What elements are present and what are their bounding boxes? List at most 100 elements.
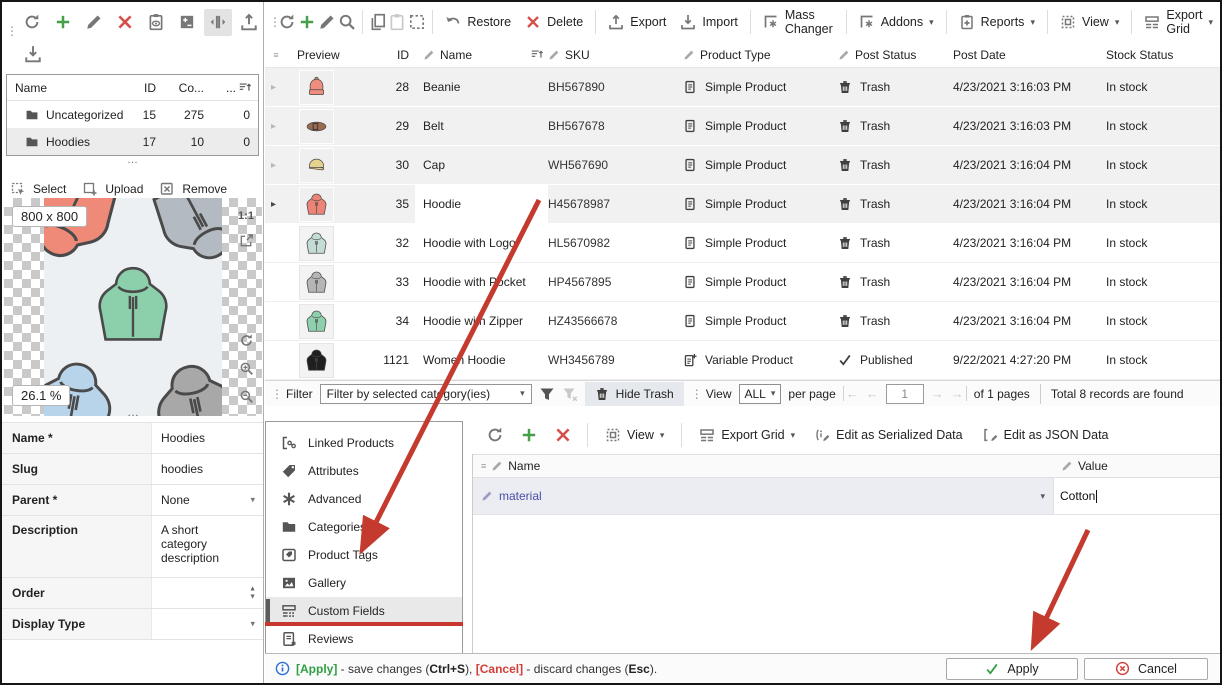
category-tree-header[interactable]: Name ID Co... ...: [7, 75, 258, 101]
chevron-down-icon[interactable]: ▾: [250, 619, 255, 630]
mass-changer-button[interactable]: Mass Changer: [756, 8, 841, 36]
row-expander-icon[interactable]: ▸: [265, 82, 287, 93]
preview-resize-handle[interactable]: …: [127, 405, 139, 416]
view-button[interactable]: View▾: [598, 421, 671, 449]
tab-gallery[interactable]: Gallery: [266, 569, 462, 597]
product-sku[interactable]: WH3456789: [548, 353, 683, 367]
product-sku[interactable]: BH567890: [548, 80, 683, 94]
zoom-in-button[interactable]: [236, 358, 256, 378]
product-sku[interactable]: H45678987: [548, 197, 683, 211]
column-header-name[interactable]: Name: [7, 81, 126, 95]
column-header-name[interactable]: Name: [415, 48, 548, 62]
column-header-type[interactable]: Product Type: [683, 48, 838, 62]
edit-product-button[interactable]: [317, 9, 337, 36]
product-sku[interactable]: WH567690: [548, 158, 683, 172]
edit-serialized-button[interactable]: Edit as Serialized Data: [807, 421, 969, 449]
cancel-button[interactable]: Cancel: [1084, 658, 1208, 680]
chevron-down-icon[interactable]: ▾: [1040, 492, 1045, 501]
add-category-button[interactable]: [49, 9, 77, 36]
form-field-value[interactable]: Hoodies ▾ ▲▼: [152, 423, 263, 453]
custom-field-row[interactable]: material ▾ Cotton: [473, 478, 1220, 515]
filter-select[interactable]: Filter by selected category(ies)▾: [320, 384, 532, 404]
export-grid-button[interactable]: Export Grid▾: [692, 421, 802, 449]
column-header-preview[interactable]: Preview: [287, 48, 377, 62]
reports-button[interactable]: Reports▾: [952, 8, 1042, 36]
delete-category-button[interactable]: [111, 9, 139, 36]
product-sku[interactable]: BH567678: [548, 119, 683, 133]
upload-image-button[interactable]: Upload: [82, 181, 143, 197]
form-field-value[interactable]: hoodies ▾ ▲▼: [152, 454, 263, 484]
row-expander-icon[interactable]: ▸: [265, 121, 287, 132]
tab-linked-products[interactable]: Linked Products: [266, 429, 462, 457]
form-field-value[interactable]: A short category description ▾ ▲▼: [152, 516, 263, 577]
rotate-button[interactable]: [236, 330, 256, 350]
column-header-extra[interactable]: ...: [212, 81, 258, 95]
edit-category-button[interactable]: [80, 9, 108, 36]
select-image-button[interactable]: Select: [10, 181, 66, 197]
export-grid-button[interactable]: Export Grid▾: [1137, 8, 1220, 36]
tab-product-tags[interactable]: Product Tags: [266, 541, 462, 569]
remove-image-button[interactable]: Remove: [159, 181, 227, 197]
product-row[interactable]: ▸ 32 Hoodie with Logo HL5670982 Simple P…: [265, 224, 1220, 263]
product-row[interactable]: ▸ 33 Hoodie with Pocket HP4567895 Simple…: [265, 263, 1220, 302]
column-header-value[interactable]: Value: [1053, 459, 1220, 473]
tab-attributes[interactable]: Attributes: [266, 457, 462, 485]
custom-field-value-cell[interactable]: Cotton: [1053, 478, 1220, 514]
chevron-down-icon[interactable]: ▾: [250, 495, 255, 506]
product-row[interactable]: ▸ 28 Beanie BH567890 Simple Product Tras…: [265, 68, 1220, 107]
product-name[interactable]: Beanie: [415, 68, 548, 106]
sort-icon[interactable]: [530, 48, 544, 62]
product-row[interactable]: ▸ 29 Belt BH567678 Simple Product Trash …: [265, 107, 1220, 146]
zoom-out-button[interactable]: [236, 386, 256, 406]
delete-field-button[interactable]: [548, 422, 577, 449]
search-button[interactable]: [337, 9, 357, 36]
column-header-stock[interactable]: Stock Status: [1106, 48, 1220, 62]
form-field-value[interactable]: ▾ ▲▼: [152, 578, 263, 608]
toolbar-drag-handle[interactable]: ⋮: [271, 389, 279, 399]
actual-size-button[interactable]: 1:1: [236, 206, 256, 226]
tab-advanced[interactable]: Advanced: [266, 485, 462, 513]
product-row[interactable]: ▸ 34 Hoodie with Zipper HZ43566678 Simpl…: [265, 302, 1220, 341]
view-button[interactable]: View▾: [1053, 8, 1126, 36]
product-row[interactable]: ▸ 1121 Women Hoodie WH3456789 Variable P…: [265, 341, 1220, 380]
spinner-up-icon[interactable]: ▲: [249, 586, 256, 593]
addons-button[interactable]: Addons▾: [852, 8, 941, 36]
prev-page-button[interactable]: ←: [866, 386, 879, 401]
product-row[interactable]: ▸ 35 Hoodie H45678987 Simple Product Tra…: [265, 185, 1220, 224]
next-page-button[interactable]: →: [931, 386, 944, 401]
per-page-select[interactable]: ALL▾: [739, 384, 782, 404]
row-expander-icon[interactable]: ▸: [265, 160, 287, 171]
tab-custom-fields[interactable]: Custom Fields: [266, 597, 462, 625]
refresh-button[interactable]: [277, 9, 297, 36]
paste-button[interactable]: [388, 9, 408, 36]
product-sku[interactable]: HZ43566678: [548, 314, 683, 328]
apply-filter-icon[interactable]: [539, 386, 555, 402]
edit-json-button[interactable]: Edit as JSON Data: [975, 421, 1116, 449]
product-name[interactable]: Cap: [415, 146, 548, 184]
import-button[interactable]: Import: [673, 8, 744, 36]
column-header-sku[interactable]: SKU: [548, 48, 683, 62]
import-categories-button[interactable]: [18, 41, 47, 68]
split-columns-button[interactable]: [204, 9, 232, 36]
clear-filter-icon[interactable]: [562, 386, 578, 402]
sort-icon[interactable]: [238, 81, 252, 95]
form-field-value[interactable]: ▾ ▲▼: [152, 609, 263, 639]
column-header-status[interactable]: Post Status: [838, 48, 953, 62]
tab-reviews[interactable]: Reviews: [266, 625, 462, 653]
tab-categories[interactable]: Categories: [266, 513, 462, 541]
copy-button[interactable]: [368, 9, 388, 36]
delete-button[interactable]: Delete: [518, 8, 590, 36]
custom-field-name-cell[interactable]: material ▾: [473, 478, 1053, 514]
image-preview[interactable]: 800 x 800 26.1 % 1:1 …: [4, 198, 262, 416]
product-name[interactable]: Hoodie with Logo: [415, 224, 548, 262]
apply-button[interactable]: Apply: [946, 658, 1078, 680]
add-product-button[interactable]: [297, 9, 317, 36]
product-name[interactable]: Hoodie with Pocket: [415, 263, 548, 301]
form-field-value[interactable]: None ▾ ▲▼: [152, 485, 263, 515]
column-header-name[interactable]: ≡Name: [473, 459, 1053, 473]
image-adjust-button[interactable]: [173, 9, 201, 36]
row-expander-icon[interactable]: ▸: [265, 199, 287, 210]
preview-mode-button[interactable]: [142, 9, 170, 36]
spinner-down-icon[interactable]: ▼: [249, 594, 256, 601]
export-categories-button[interactable]: [235, 9, 263, 36]
